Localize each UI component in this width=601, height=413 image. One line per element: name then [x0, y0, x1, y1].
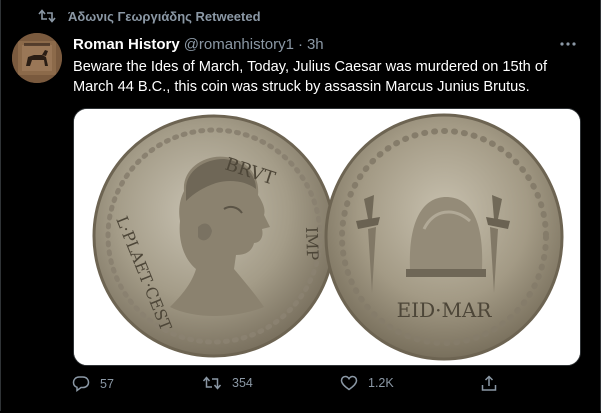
more-icon	[559, 34, 577, 52]
like-icon	[340, 375, 358, 391]
tweet-header: Roman History @romanhistory1 · 3h	[73, 36, 324, 53]
retweet-icon	[202, 375, 222, 391]
retweet-banner-text: Άδωνις Γεωργιάδης Retweeted	[68, 8, 261, 24]
tweet-actions: 57 354 1.2K	[72, 375, 512, 397]
coin-reverse: EID·MAR	[324, 113, 564, 361]
author-handle[interactable]: @romanhistory1	[184, 36, 294, 53]
retweet-count: 354	[232, 376, 253, 390]
retweet-button[interactable]: 354	[202, 375, 253, 391]
retweet-banner[interactable]: Άδωνις Γεωργιάδης Retweeted	[38, 6, 261, 26]
coin-obverse: BRVT L·PLAET·CEST IMP	[92, 114, 336, 358]
like-count: 1.2K	[368, 376, 394, 390]
tweet-media-image[interactable]: BRVT L·PLAET·CEST IMP EID·MAR	[73, 108, 581, 366]
avatar[interactable]	[12, 33, 62, 83]
tweet-time[interactable]: 3h	[307, 36, 324, 53]
retweet-icon	[38, 9, 56, 23]
tweet-text: Beware the Ides of March, Today, Julius …	[73, 59, 548, 95]
header-separator: ·	[297, 36, 303, 53]
reverse-inscription: EID·MAR	[397, 298, 493, 322]
share-button[interactable]	[480, 375, 498, 392]
reply-icon	[72, 375, 90, 392]
share-icon	[480, 375, 498, 392]
obverse-right-inscription: IMP	[302, 226, 322, 260]
author-name[interactable]: Roman History	[73, 36, 180, 53]
reply-button[interactable]: 57	[72, 375, 114, 392]
more-button[interactable]	[556, 33, 580, 53]
reply-count: 57	[100, 376, 114, 391]
like-button[interactable]: 1.2K	[340, 375, 394, 391]
